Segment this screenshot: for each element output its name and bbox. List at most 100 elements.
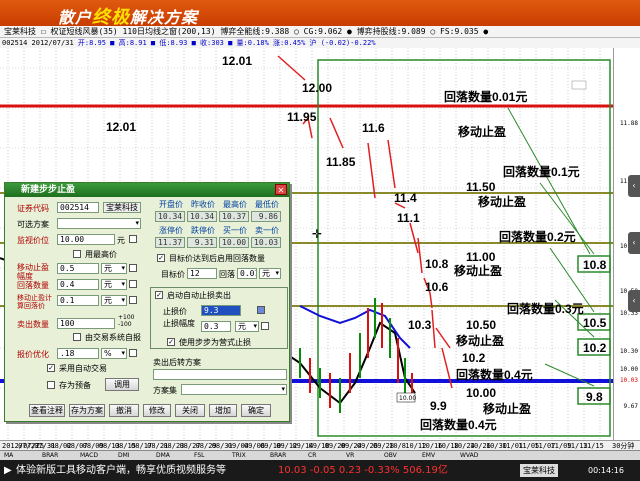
date-tick: 30分钟 [612,442,635,450]
side-collapse-button[interactable]: ‹ [628,290,640,312]
indicator-tab[interactable]: TRIX [232,452,246,459]
svg-text:✛: ✛ [312,227,322,241]
side-collapse-button[interactable]: ‹ [628,232,640,254]
sell-qty-input[interactable]: 100 [57,318,115,329]
indicator-tab[interactable]: FSL [194,452,205,459]
quote-values: 开:8.95 ■ 高:8.91 ■ 低:8.93 ■ 收:303 ■ 量:0.1… [77,39,376,47]
qty-input[interactable]: 0.4 [57,279,99,290]
stop-unit-select[interactable]: 元 [101,295,127,306]
by-exchange-checkbox[interactable] [73,333,81,341]
price-unit: 元 [117,236,125,245]
stock-name-field: 宝莱科技 [103,202,141,213]
price-input[interactable]: 10.00 [57,234,115,245]
side-collapse-button[interactable]: ‹ [628,175,640,197]
annotation-10-8: 10.8 [425,257,449,271]
stop-range-label: 止损幅度 [163,319,195,328]
start-auto-checkbox[interactable]: ✓ [155,291,163,299]
save-default-checkbox[interactable] [47,381,55,389]
indicator-tab[interactable]: DMI [118,452,130,459]
stock-code-input[interactable]: 002514 [57,202,99,213]
callout-drop-03: 回落数量0.3元 [507,302,584,316]
th-high: 最高价 [223,200,247,209]
use-high-checkbox[interactable] [73,250,81,258]
drop-unit-select[interactable]: 元 [259,268,281,279]
view-notes-button[interactable]: 查看注释 [29,404,65,417]
ma-line [299,305,411,349]
axis-label: 10.30 [619,348,638,355]
indicator-tab[interactable]: CR [308,452,316,459]
indicator-tab[interactable]: WVAD [460,452,478,459]
report-input[interactable]: .18 [57,348,99,359]
annotation-11-95: 11.95 [287,110,317,124]
ask1-price: 10.03 [251,237,281,248]
type-select[interactable] [57,218,141,229]
stock-code: 002514 [2,39,28,47]
target-input[interactable]: 12 [187,268,217,279]
move-spin[interactable] [129,264,137,272]
low-price: 9.86 [251,211,281,222]
close-button[interactable]: 关闭 [175,404,205,417]
quote-info-strip: 002514 2012/07/31 开:8.95 ■ 高:8.91 ■ 低:8.… [0,38,640,48]
modify-button[interactable]: 修改 [143,404,171,417]
report-label: 报价优化 [17,350,49,359]
undo-button[interactable]: 撤消 [109,404,139,417]
call-button[interactable]: 调用 [105,378,139,391]
sell-qty-label: 卖出数量 [17,320,49,329]
quote-date: 2012/07/31 [31,39,74,47]
th-prev: 昨收价 [191,200,215,209]
plan-after-input[interactable] [153,369,287,380]
stop-range-unit-select[interactable]: 元 [235,321,259,332]
stop-price-pick[interactable] [257,306,265,314]
close-icon[interactable]: ✕ [275,184,287,195]
price-spin[interactable] [129,235,137,243]
clock: 00:14:16 [588,466,624,475]
ok-button[interactable]: 确定 [241,404,271,417]
indicator-tab[interactable]: OBV [384,452,397,459]
th-limit-down: 跌停价 [191,226,215,235]
move-unit-select[interactable]: 元 [101,263,127,274]
indicator-tab[interactable]: BRAR [270,452,286,459]
dialog-titlebar[interactable]: 新建步步止盈 [5,183,289,197]
axis-label: 11.88 [619,120,638,127]
report-unit-select[interactable]: % [101,348,127,359]
indicator-tab[interactable]: EMV [422,452,435,459]
annotation-11-1: 11.1 [397,211,420,225]
stop-profit-dialog: 新建步步止盈 ✕ 证券代码 002514 宝莱科技 可选方案 监视价位 10.0… [4,182,290,422]
save-plan-button[interactable]: 存为方案 [69,404,105,417]
annotation-12-00: 12.00 [302,81,333,95]
stop-range-spin[interactable] [261,322,269,330]
axis-label: 9.67 [623,403,638,410]
use-auto-checkbox[interactable]: ✓ [47,364,55,372]
box-10-2: 10.2 [583,341,607,355]
stock-name-tag[interactable]: 宝莱科技 [520,464,558,477]
qty-spin[interactable] [129,280,137,288]
box-10-5: 10.5 [583,316,607,330]
annotation-11-4: 11.4 [394,191,417,205]
stop-price-input[interactable]: 9.3 [201,305,241,316]
annotation-10-50: 10.50 [466,318,497,332]
stop-input[interactable]: 0.1 [57,295,99,306]
qty-unit-select[interactable]: 元 [101,279,127,290]
stop-spin[interactable] [129,296,137,304]
limit-down-price: 9.31 [187,237,217,248]
report-spin[interactable] [129,349,137,357]
stop-range-input[interactable]: 0.3 [201,321,231,332]
indicator-tab[interactable]: MACD [80,452,98,459]
limit-up-price: 11.37 [155,237,185,248]
move-input[interactable]: 0.5 [57,263,99,274]
annotation-10-00: 10.00 [466,386,497,400]
indicator-tab[interactable]: BRAR [42,452,58,459]
play-icon[interactable]: ▶ [4,460,12,481]
trigger-checkbox[interactable]: ✓ [157,254,165,262]
save-default-label: 存为预备 [59,381,91,390]
indicator-tab[interactable]: VR [346,452,354,459]
use-step-checkbox[interactable]: ✓ [167,338,175,346]
th-low: 最低价 [255,200,279,209]
indicator-tab[interactable]: DMA [156,452,170,459]
trigger-label: 目标价达到后启用回落数量 [169,254,265,263]
add-button[interactable]: 增加 [209,404,237,417]
plan-select[interactable] [181,384,287,395]
drop-input[interactable]: 0.01 [237,268,257,279]
indicator-tab[interactable]: MA [4,452,13,459]
annotation-10-6: 10.6 [425,280,449,294]
